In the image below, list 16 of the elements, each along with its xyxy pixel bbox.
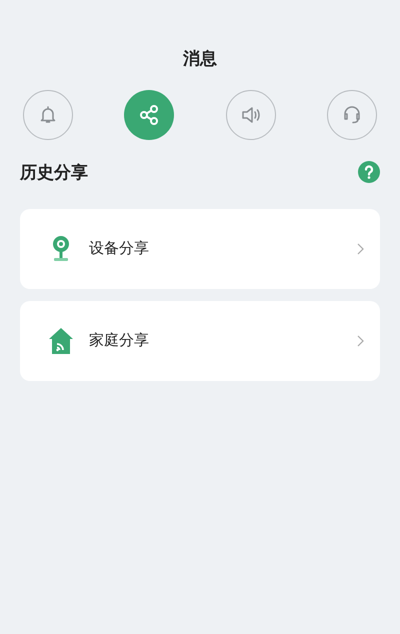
camera-icon: [51, 235, 71, 263]
share-icon: [138, 104, 160, 126]
speaker-tab[interactable]: [226, 90, 276, 140]
item-label: 家庭分享: [89, 330, 150, 351]
bell-icon: [38, 104, 58, 124]
bell-tab[interactable]: [23, 90, 73, 140]
share-list-item[interactable]: 设备分享: [20, 209, 380, 289]
headset-tab[interactable]: [326, 90, 377, 140]
chevron-right-icon: [357, 335, 364, 347]
section-title: 历史分享: [20, 162, 88, 184]
help-icon[interactable]: [358, 161, 380, 184]
page-title: 消息: [183, 48, 217, 70]
chevron-right-icon: [357, 243, 364, 255]
home-icon: [48, 327, 74, 355]
share-list-item[interactable]: 家庭分享: [20, 301, 380, 381]
item-label: 设备分享: [89, 238, 150, 259]
